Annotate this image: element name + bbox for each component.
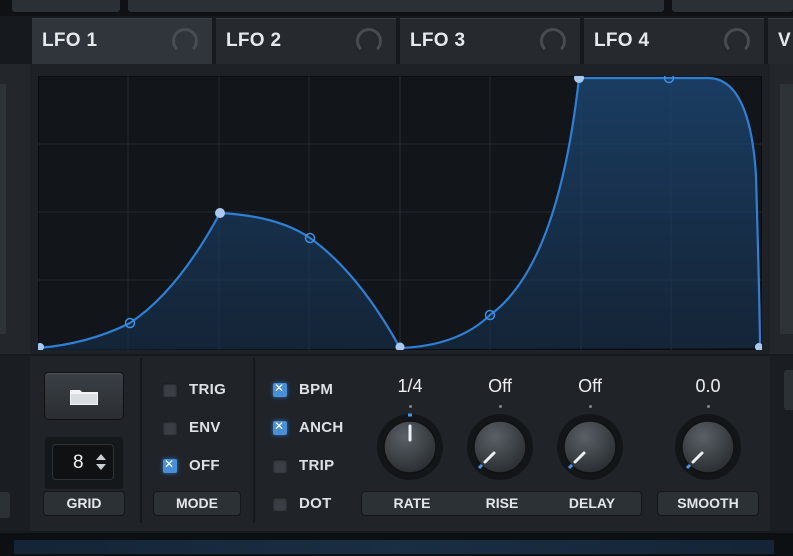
option-label: TRIP [299,457,335,474]
checkbox[interactable] [163,383,177,397]
timing-option-dot[interactable]: DOT [273,495,353,515]
rate-value: 1/4 [397,376,423,396]
timing-option-anch[interactable]: ✕ ANCH [273,419,353,439]
lfo-ring-icon [540,28,566,54]
top-segment [128,0,664,12]
rise-value: Off [488,376,512,396]
bottom-glow [14,540,774,554]
folder-icon [70,390,98,405]
left-side-panel [0,64,30,354]
top-segment [672,0,793,12]
tab-label: LFO 4 [594,30,650,51]
smooth-label: SMOOTH [658,492,758,515]
knob-tick [589,405,592,408]
left-control-fragment [0,356,30,531]
top-segment [12,0,120,12]
rate-knob[interactable] [375,410,445,480]
tab-lfo-2[interactable]: LFO 2 [216,18,396,64]
rate-label: RATE [393,495,431,511]
checkbox[interactable] [163,421,177,435]
lfo-curve-editor[interactable] [36,72,763,352]
grid-label: GRID [44,492,124,515]
right-control-fragment [770,356,793,531]
tab-label: LFO 1 [42,30,98,51]
checkbox[interactable] [273,497,287,511]
option-label: TRIG [189,381,227,398]
option-label: ENV [189,419,221,436]
curve-point[interactable] [36,343,44,351]
section-divider [140,358,142,523]
knob-tick [707,405,710,408]
checkbox-checked[interactable]: ✕ [273,419,287,435]
tab-next-partial[interactable]: V [768,18,793,64]
mode-option-trig[interactable]: TRIG [163,381,243,401]
tab-label: LFO 3 [410,30,466,51]
delay-knob[interactable] [555,410,625,480]
smooth-knob[interactable] [673,410,743,480]
check-x-icon: ✕ [274,381,285,395]
stepper-arrows-icon[interactable] [95,451,107,473]
checkbox[interactable] [273,459,287,473]
tab-lfo-4[interactable]: LFO 4 [584,18,764,64]
curve-point[interactable] [215,208,225,218]
delay-label: DELAY [568,495,616,511]
grid-control: 8 [45,437,123,489]
tab-label: LFO 2 [226,30,282,51]
timing-option-bpm[interactable]: ✕ BPM [273,381,353,401]
checkbox-checked[interactable]: ✕ [273,381,287,397]
checkbox-checked[interactable]: ✕ [163,457,177,473]
knob-tick [409,405,412,408]
tab-lfo-3[interactable]: LFO 3 [400,18,580,64]
right-side-panel [770,64,793,354]
lfo-ring-icon [356,28,382,54]
mode-label: MODE [154,492,240,515]
lfo-graph[interactable] [36,72,763,352]
option-label: OFF [189,457,220,474]
lfo-ring-icon [172,28,198,54]
timing-option-trip[interactable]: TRIP [273,457,353,477]
rise-knob[interactable] [465,410,535,480]
delay-value: Off [578,376,602,396]
tab-lfo-1[interactable]: LFO 1 [32,18,212,64]
lfo-ring-icon [724,28,750,54]
option-label: BPM [299,381,334,398]
grid-value: 8 [73,452,84,473]
option-label: ANCH [299,419,344,436]
tab-label: V [778,30,791,51]
knob-tick [499,405,502,408]
grid-stepper[interactable]: 8 [53,445,113,479]
smooth-value: 0.0 [695,376,721,396]
top-strip [0,0,793,16]
preset-folder-button[interactable] [45,373,123,419]
lfo-curve-fill [38,78,760,350]
rise-label: RISE [485,495,519,511]
check-x-icon: ✕ [274,419,285,433]
mode-option-env[interactable]: ENV [163,419,243,439]
mode-option-off[interactable]: ✕ OFF [163,457,243,477]
section-divider [253,358,255,523]
option-label: DOT [299,495,332,512]
check-x-icon: ✕ [164,457,175,471]
